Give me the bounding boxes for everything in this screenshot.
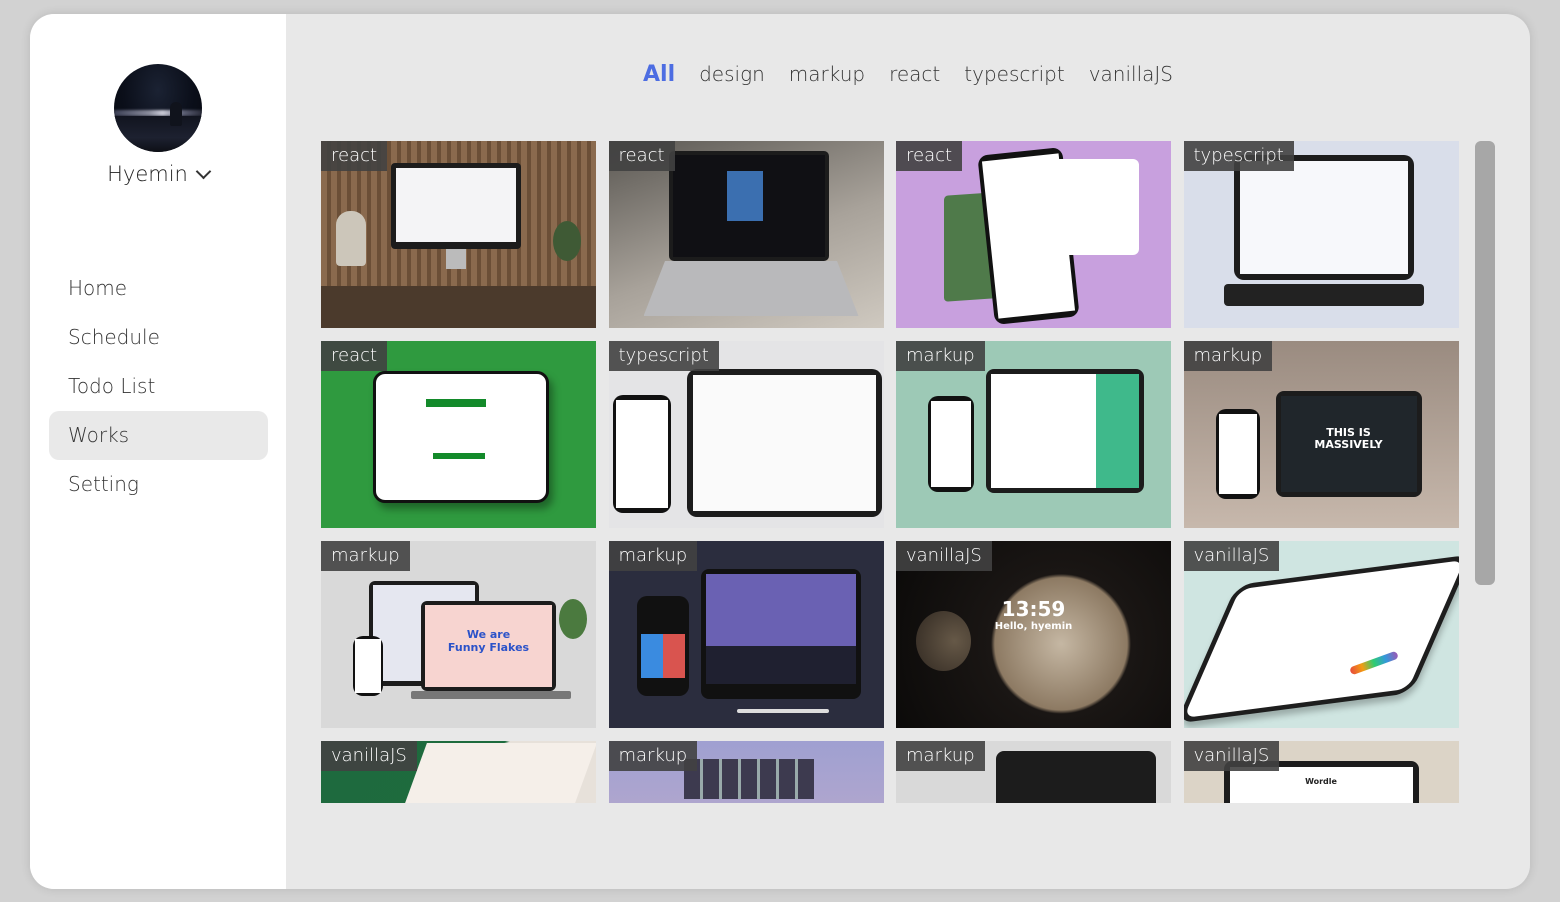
work-card[interactable]: typescript	[608, 341, 884, 528]
work-card[interactable]: react	[321, 341, 596, 528]
category-filter-bar: All design markup react typescript vanil…	[286, 62, 1530, 87]
avatar[interactable]	[114, 64, 202, 152]
sidebar: Hyemin Home Schedule Todo List Works Set…	[30, 14, 286, 889]
work-greeting: Hello, hyemin	[994, 621, 1073, 632]
work-tag: markup	[896, 741, 985, 771]
work-card[interactable]: markup We are Funny Flakes	[321, 541, 596, 728]
work-card[interactable]: typescript	[1183, 141, 1459, 328]
filter-markup[interactable]: markup	[789, 62, 865, 86]
works-gallery: react react react typescript react types…	[321, 141, 1461, 803]
gallery-scrollbar[interactable]	[1475, 141, 1495, 585]
work-card[interactable]: vanillaJS Wordle	[1183, 741, 1459, 803]
filter-react[interactable]: react	[889, 62, 940, 86]
work-tag: react	[321, 341, 388, 371]
work-card[interactable]: vanillaJS	[321, 741, 596, 803]
user-name: Hyemin	[107, 162, 188, 186]
avatar-water	[114, 116, 202, 152]
work-tag: typescript	[608, 341, 719, 371]
work-tag: vanillaJS	[1183, 541, 1280, 571]
nav-item-home[interactable]: Home	[49, 264, 268, 313]
work-clock: 13:59	[1001, 597, 1066, 621]
filter-all[interactable]: All	[643, 62, 675, 87]
work-card[interactable]: vanillaJS 13:59 Hello, hyemin	[896, 541, 1171, 728]
work-tag: vanillaJS	[896, 541, 992, 571]
work-tag: react	[896, 141, 963, 171]
work-tag: react	[608, 141, 675, 171]
avatar-person	[170, 102, 182, 126]
work-tag: vanillaJS	[321, 741, 417, 771]
user-menu[interactable]: Hyemin	[30, 162, 286, 186]
work-card[interactable]: markup THIS IS MASSIVELY	[1183, 341, 1459, 528]
app-window: Hyemin Home Schedule Todo List Works Set…	[30, 14, 1530, 889]
work-tag: react	[321, 141, 388, 171]
work-tag: markup	[1183, 341, 1273, 371]
nav-item-todo-list[interactable]: Todo List	[49, 362, 268, 411]
work-card[interactable]: markup	[608, 541, 884, 728]
nav-item-setting[interactable]: Setting	[49, 460, 268, 509]
filter-vanillajs[interactable]: vanillaJS	[1089, 62, 1173, 86]
filter-typescript[interactable]: typescript	[964, 62, 1064, 86]
work-headline-1: Wordle	[1305, 777, 1337, 786]
work-headline-2: MASSIVELY	[1314, 438, 1383, 451]
work-tag: markup	[321, 541, 410, 571]
nav-item-schedule[interactable]: Schedule	[49, 313, 268, 362]
work-card[interactable]: vanillaJS	[1183, 541, 1459, 728]
chevron-down-icon[interactable]	[195, 163, 212, 180]
work-headline-1: We are	[466, 628, 511, 641]
work-tag: markup	[608, 741, 698, 771]
filter-design[interactable]: design	[699, 62, 765, 86]
work-tag: typescript	[1183, 141, 1294, 171]
work-tag: vanillaJS	[1183, 741, 1280, 771]
work-tag: markup	[896, 341, 985, 371]
work-card[interactable]: react	[608, 141, 884, 328]
work-card[interactable]: markup	[896, 741, 1171, 803]
work-card[interactable]: react	[896, 141, 1171, 328]
sidebar-nav: Home Schedule Todo List Works Setting	[49, 264, 268, 509]
nav-item-works[interactable]: Works	[49, 411, 268, 460]
work-headline-2: Funny Flakes	[447, 641, 530, 654]
work-tag: markup	[608, 541, 698, 571]
work-card[interactable]: markup	[608, 741, 884, 803]
work-card[interactable]: markup	[896, 341, 1171, 528]
work-card[interactable]: react	[321, 141, 596, 328]
